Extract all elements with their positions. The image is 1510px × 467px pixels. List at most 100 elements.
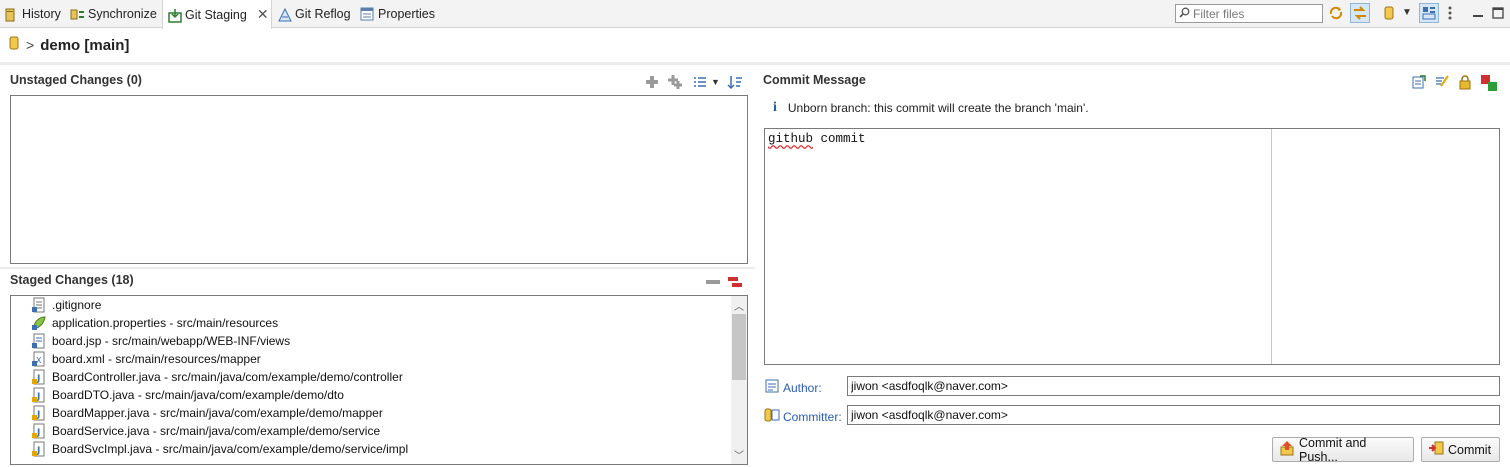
commit-icon (1428, 440, 1444, 459)
repository-icon[interactable] (1383, 5, 1399, 21)
git-reflog-icon (277, 7, 292, 22)
commit-message-editor[interactable]: github commit (764, 128, 1500, 365)
scroll-down-arrow-icon[interactable]: ﹀ (734, 447, 744, 462)
staged-changes-title: Staged Changes (18) (10, 273, 134, 287)
breadcrumb-separator: > (26, 37, 35, 53)
author-icon (764, 378, 780, 397)
staged-files-list[interactable]: .gitignore application.properties - src/m… (10, 295, 748, 465)
committer-label: Committer: (764, 407, 842, 426)
staged-file-row[interactable]: J BoardService.java - src/main/java/com/e… (31, 422, 380, 440)
git-staging-icon (167, 8, 182, 23)
properties-file-icon (31, 315, 47, 331)
stage-selected-icon[interactable] (644, 74, 660, 90)
commit-message-title: Commit Message (763, 73, 866, 87)
java-file-icon: J (31, 423, 47, 439)
column-layout-icon[interactable] (1419, 3, 1439, 23)
jsp-file-icon (31, 333, 47, 349)
commit-message-text[interactable]: github commit (768, 132, 866, 146)
tab-label: Git Reflog (295, 7, 351, 21)
filter-files-input[interactable] (1193, 6, 1313, 21)
author-field[interactable] (847, 376, 1500, 396)
repository-icon (8, 35, 20, 55)
unstaged-changes-title: Unstaged Changes (0) (10, 73, 142, 87)
refresh-icon[interactable] (1328, 5, 1344, 21)
divider (0, 267, 755, 269)
commit-button[interactable]: Commit (1421, 437, 1500, 462)
tab-synchronize[interactable]: Synchronize (70, 0, 157, 28)
scroll-up-arrow-icon[interactable]: ︿ (734, 298, 744, 313)
file-name: application.properties - src/main/resour… (52, 316, 279, 330)
view-menu-icon[interactable] (1446, 5, 1462, 21)
tab-history[interactable]: History (4, 0, 61, 28)
filter-files-field[interactable] (1175, 4, 1323, 23)
java-file-icon: J (31, 369, 47, 385)
tab-git-staging[interactable]: Git Staging ✕ (162, 0, 272, 29)
amend-commit-icon[interactable] (1411, 74, 1427, 90)
staged-file-row[interactable]: J BoardDTO.java - src/main/java/com/examp… (31, 386, 344, 404)
close-icon[interactable]: ✕ (257, 6, 269, 23)
commit-and-push-button[interactable]: Commit and Push... (1272, 435, 1414, 464)
info-icon: i (773, 100, 777, 115)
info-text: Unborn branch: this commit will create t… (787, 101, 1089, 115)
staged-file-row[interactable]: J BoardSvcImpl.java - src/main/java/com/e… (31, 440, 408, 458)
staged-file-row[interactable]: board.jsp - src/main/webapp/WEB-INF/view… (31, 332, 290, 350)
java-file-icon: J (31, 441, 47, 457)
commit-label: Commit (1448, 442, 1492, 457)
vertical-scrollbar[interactable]: ︿ ﹀ (731, 296, 747, 464)
staged-file-row[interactable]: application.properties - src/main/resour… (31, 314, 278, 332)
staged-file-row[interactable]: J BoardMapper.java - src/main/java/com/ex… (31, 404, 383, 422)
scrollbar-thumb[interactable] (732, 314, 746, 380)
commit-and-push-icon (1279, 440, 1295, 459)
staged-file-row[interactable]: Xboard.xml - src/main/resources/mapper (31, 350, 261, 368)
staged-file-row[interactable]: .gitignore (31, 296, 101, 314)
tab-label: History (22, 7, 61, 21)
add-change-id-icon[interactable] (1480, 74, 1497, 91)
properties-icon (360, 7, 374, 21)
committer-label-text: Committer: (783, 409, 842, 424)
java-file-icon: J (31, 387, 47, 403)
author-label: Author: (764, 378, 822, 397)
presentation-icon[interactable] (692, 74, 708, 90)
unstage-selected-icon[interactable] (705, 274, 721, 290)
print-margin-line (1271, 129, 1272, 364)
chevron-down-icon[interactable]: ▼ (1402, 7, 1418, 23)
staged-file-row[interactable]: J BoardController.java - src/main/java/co… (31, 368, 403, 386)
link-with-selection-icon[interactable] (1350, 3, 1370, 23)
tab-properties[interactable]: Properties (360, 0, 435, 28)
search-icon (1179, 7, 1190, 21)
file-name: board.xml - src/main/resources/mapper (52, 352, 261, 366)
commit-and-push-label: Commit and Push... (1299, 435, 1367, 464)
tab-label: Properties (378, 7, 435, 21)
view-tab-bar: History Synchronize Git Staging ✕ Git Re… (0, 0, 1510, 29)
misspelled-word: github (768, 132, 814, 146)
file-name: .gitignore (52, 298, 102, 312)
divider (0, 62, 1510, 65)
breadcrumb[interactable]: > demo [main] (8, 35, 129, 55)
file-name: BoardDTO.java - src/main/java/com/exampl… (52, 388, 344, 402)
tab-label: Git Staging (185, 7, 247, 22)
sign-commit-icon[interactable] (1457, 74, 1473, 90)
committer-field[interactable] (847, 405, 1500, 425)
maximize-icon[interactable] (1490, 5, 1506, 21)
stage-all-icon[interactable] (667, 74, 683, 90)
committer-icon (764, 407, 780, 426)
info-message: i Unborn branch: this commit will create… (773, 100, 1089, 116)
unstaged-files-list[interactable] (10, 95, 748, 264)
xml-file-icon: X (31, 351, 47, 367)
repository-name[interactable]: demo [main] (40, 37, 129, 54)
file-name: BoardController.java - src/main/java/com… (52, 370, 403, 384)
file-name: BoardMapper.java - src/main/java/com/exa… (52, 406, 383, 420)
tab-label: Synchronize (88, 7, 157, 21)
author-label-text: Author: (783, 380, 822, 395)
sort-icon[interactable] (727, 74, 743, 90)
tab-git-reflog[interactable]: Git Reflog (277, 0, 351, 28)
file-name: board.jsp - src/main/webapp/WEB-INF/view… (52, 334, 291, 348)
synchronize-icon (70, 7, 84, 21)
message-word: commit (813, 132, 866, 146)
history-icon (4, 7, 18, 22)
minimize-icon[interactable] (1470, 5, 1486, 21)
chevron-down-icon[interactable]: ▼ (711, 77, 727, 93)
java-file-icon: J (31, 405, 47, 421)
unstage-all-icon[interactable] (727, 274, 743, 290)
signed-off-by-icon[interactable] (1434, 74, 1450, 90)
